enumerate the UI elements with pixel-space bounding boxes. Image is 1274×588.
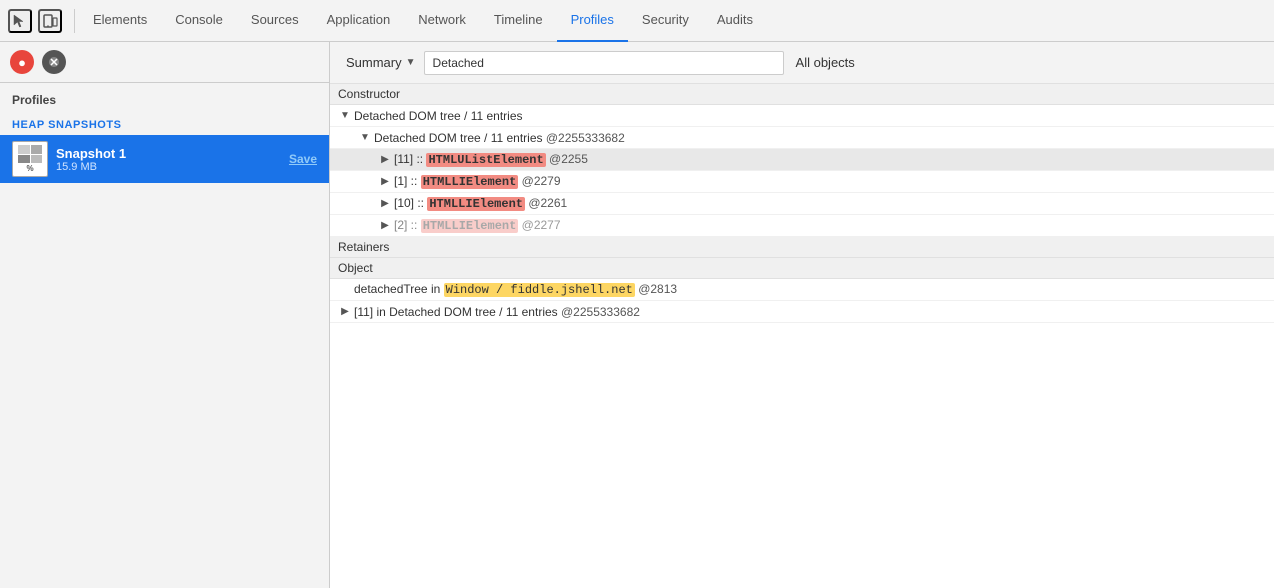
tree-cell-text: [2] :: HTMLLIElement @2277 (392, 218, 561, 233)
tree-cell-text: Detached DOM tree / 11 entries (352, 109, 523, 123)
table-row[interactable]: Detached DOM tree / 11 entries @22553336… (330, 127, 1274, 149)
expand-arrow-icon[interactable] (378, 154, 392, 165)
table-row[interactable]: detachedTree in Window / fiddle.jshell.n… (330, 279, 1274, 301)
record-button[interactable]: ● (10, 50, 34, 74)
tab-console[interactable]: Console (161, 0, 237, 42)
expand-arrow-icon[interactable] (378, 198, 392, 209)
tree-cell-text: Detached DOM tree / 11 entries @22553336… (372, 131, 625, 145)
table-row[interactable]: [10] :: HTMLLIElement @2261 (330, 193, 1274, 215)
snapshot-icon: % (12, 141, 48, 177)
snapshot-item[interactable]: % Snapshot 1 15.9 MB Save (0, 135, 329, 183)
snapshot-size: 15.9 MB (56, 161, 281, 173)
tab-audits[interactable]: Audits (703, 0, 767, 42)
tab-security[interactable]: Security (628, 0, 703, 42)
right-panel: Summary ▼ All objects Constructor Detach… (330, 42, 1274, 588)
filter-bar: Summary ▼ All objects (330, 42, 1274, 84)
top-toolbar: Elements Console Sources Application Net… (0, 0, 1274, 42)
tab-network[interactable]: Network (404, 0, 480, 42)
object-section-header: Object (330, 258, 1274, 279)
table-row[interactable]: [1] :: HTMLLIElement @2279 (330, 171, 1274, 193)
sidebar-heap-snapshots-title: HEAP SNAPSHOTS (0, 111, 329, 135)
tree-cell-text: [10] :: HTMLLIElement @2261 (392, 196, 567, 211)
snapshot-name: Snapshot 1 (56, 146, 281, 161)
summary-chevron-icon: ▼ (406, 57, 416, 68)
constructor-section-header: Constructor (330, 84, 1274, 105)
tree-cell-text: detachedTree in Window / fiddle.jshell.n… (352, 282, 677, 297)
sidebar-action-bar: ● (0, 42, 329, 83)
tree-cell-text: [1] :: HTMLLIElement @2279 (392, 174, 561, 189)
summary-label: Summary (346, 55, 402, 70)
sidebar-profiles-title: Profiles (0, 83, 329, 111)
snapshot-save-link[interactable]: Save (289, 152, 317, 166)
expand-arrow-icon[interactable] (378, 176, 392, 187)
tab-elements[interactable]: Elements (79, 0, 161, 42)
main-layout: ● Profiles HEAP SNAPSHOTS (0, 42, 1274, 588)
toolbar-icons (8, 9, 75, 33)
expand-arrow-icon[interactable] (338, 306, 352, 317)
expand-arrow-icon[interactable] (378, 220, 392, 231)
expand-arrow-icon[interactable] (358, 132, 372, 143)
tree-cell-text: [11] :: HTMLUListElement @2255 (392, 152, 588, 167)
tab-profiles[interactable]: Profiles (557, 0, 628, 42)
tab-timeline[interactable]: Timeline (480, 0, 557, 42)
table-row[interactable]: Detached DOM tree / 11 entries (330, 105, 1274, 127)
filter-input[interactable] (424, 51, 784, 75)
tab-sources[interactable]: Sources (237, 0, 313, 42)
tab-list: Elements Console Sources Application Net… (79, 0, 1266, 42)
table-area: Constructor Detached DOM tree / 11 entri… (330, 84, 1274, 588)
cursor-icon[interactable] (8, 9, 32, 33)
table-row[interactable]: [11] in Detached DOM tree / 11 entries @… (330, 301, 1274, 323)
expand-arrow-icon[interactable] (338, 110, 352, 121)
device-icon[interactable] (38, 9, 62, 33)
table-row[interactable]: [2] :: HTMLLIElement @2277 (330, 215, 1274, 237)
stop-button[interactable] (42, 50, 66, 74)
all-objects-button[interactable]: All objects (796, 55, 855, 70)
retainers-section-header: Retainers (330, 237, 1274, 258)
tree-cell-text: [11] in Detached DOM tree / 11 entries @… (352, 305, 640, 319)
snapshot-info: Snapshot 1 15.9 MB (56, 146, 281, 173)
tab-application[interactable]: Application (313, 0, 405, 42)
table-row[interactable]: [11] :: HTMLUListElement @2255 (330, 149, 1274, 171)
summary-dropdown[interactable]: Summary ▼ (338, 51, 424, 74)
sidebar: ● Profiles HEAP SNAPSHOTS (0, 42, 330, 588)
